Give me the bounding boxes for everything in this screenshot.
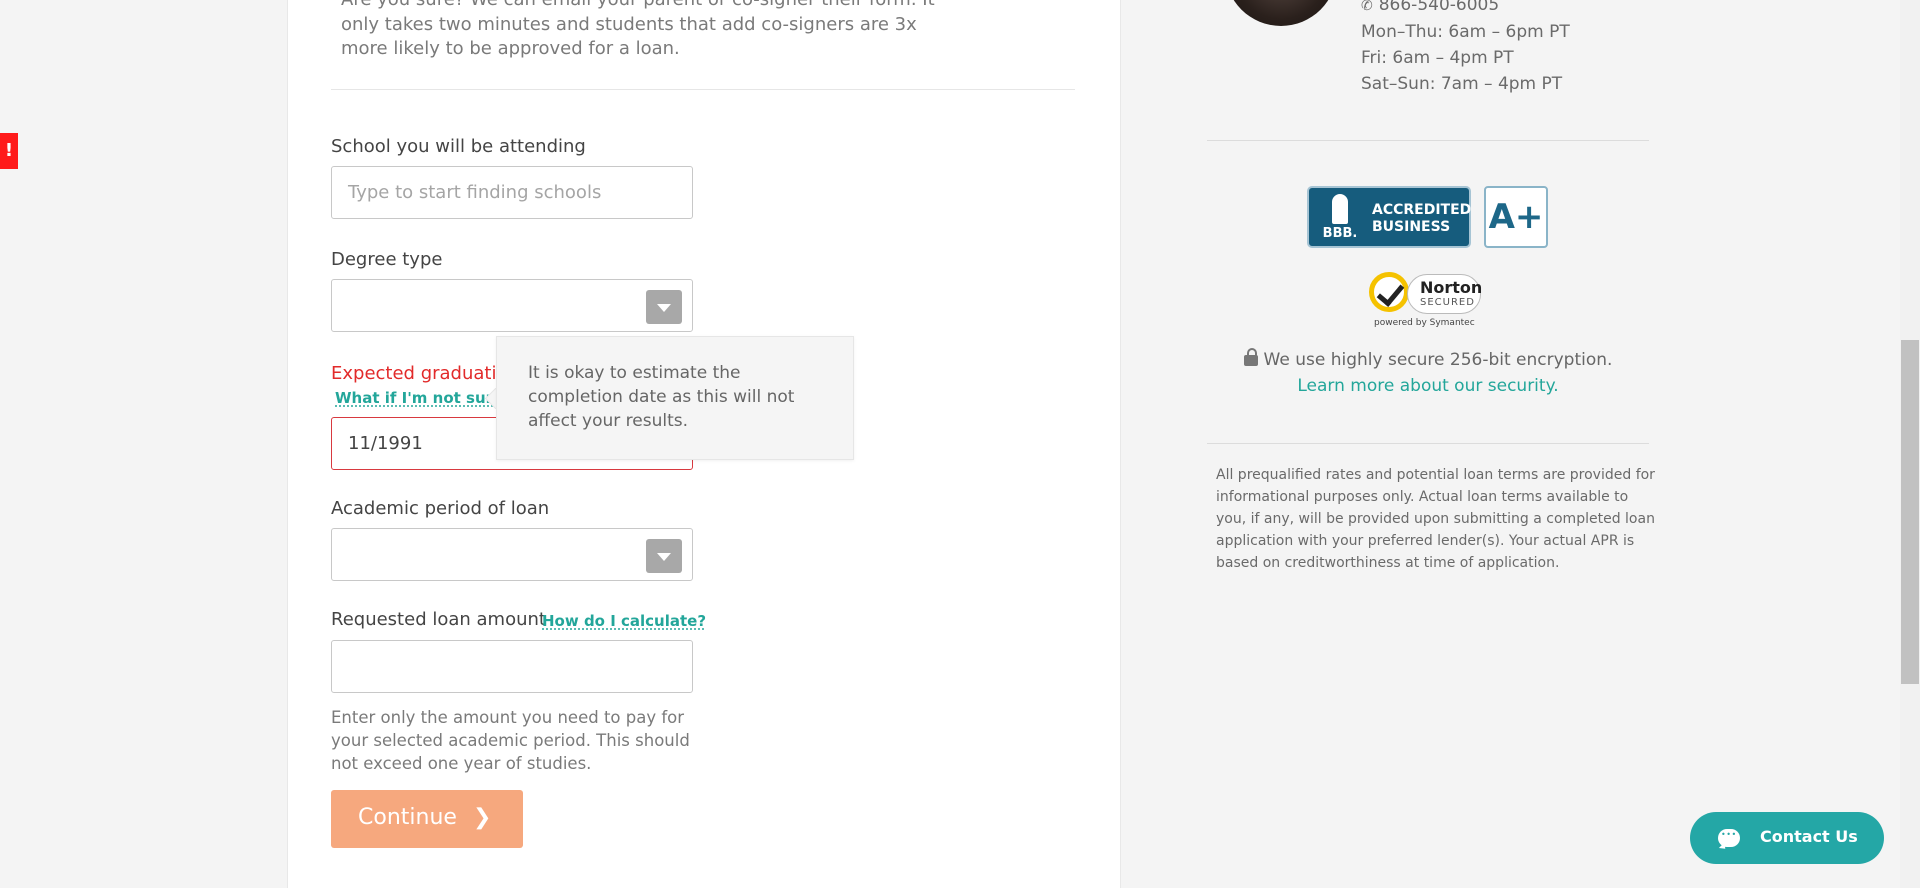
phone-number[interactable]: 866-540-6005	[1379, 0, 1499, 15]
security-statement: We use highly secure 256-bit encryption.	[1207, 348, 1649, 370]
phone-icon: ✆	[1361, 0, 1373, 14]
chat-icon	[1718, 829, 1740, 847]
contact-info: ✆ 866-540-6005 Mon–Thu: 6am – 6pm PT Fri:…	[1361, 0, 1570, 97]
security-text: We use highly secure 256-bit encryption.	[1263, 350, 1613, 370]
advisor-avatar	[1225, 0, 1337, 26]
period-label: Academic period of loan	[331, 498, 550, 519]
bbb-logo-text: BBB.	[1322, 226, 1358, 241]
hours-line: Fri: 6am – 4pm PT	[1361, 48, 1514, 68]
amount-help-link[interactable]: How do I calculate?	[542, 612, 706, 630]
continue-button[interactable]: Continue ❯	[331, 790, 523, 848]
tooltip-text: It is okay to estimate the completion da…	[528, 363, 795, 431]
norton-secured-badge[interactable]: Norton SECURED powered by Symantec	[1369, 266, 1489, 332]
bbb-accredited-badge[interactable]: BBB. ACCREDITED BUSINESS	[1307, 186, 1471, 248]
hours-line: Mon–Thu: 6am – 6pm PT	[1361, 22, 1570, 42]
chevron-down-icon[interactable]	[646, 290, 682, 324]
graduation-tooltip: It is okay to estimate the completion da…	[496, 336, 854, 460]
norton-title: Norton	[1420, 278, 1483, 297]
school-input-placeholder: Type to start finding schools	[348, 182, 602, 203]
sidebar-divider	[1207, 443, 1649, 444]
chevron-down-icon[interactable]	[646, 539, 682, 573]
hours-line: Sat–Sun: 7am – 4pm PT	[1361, 74, 1563, 94]
cosigner-message: Are you sure? We can email your parent o…	[341, 0, 935, 59]
bbb-line1: ACCREDITED	[1372, 202, 1472, 218]
bbb-rating-badge[interactable]: A+	[1484, 186, 1548, 248]
degree-label: Degree type	[331, 249, 443, 270]
sidebar-divider	[1207, 140, 1649, 141]
bbb-line2: BUSINESS	[1372, 219, 1451, 235]
contact-us-label: Contact Us	[1760, 827, 1858, 846]
school-input[interactable]: Type to start finding schools	[331, 166, 693, 219]
section-divider	[331, 89, 1075, 90]
period-select[interactable]	[331, 528, 693, 581]
bbb-label: ACCREDITED BUSINESS	[1372, 202, 1471, 236]
degree-select[interactable]	[331, 279, 693, 332]
security-link[interactable]: Learn more about our security.	[1207, 376, 1649, 396]
continue-label: Continue	[358, 805, 457, 830]
contact-us-button[interactable]: Contact Us	[1690, 812, 1884, 864]
norton-powered-by: powered by Symantec	[1374, 318, 1475, 328]
amount-label: Requested loan amount	[331, 609, 546, 630]
graduation-input-value: 11/1991	[348, 433, 423, 454]
norton-seal: Norton SECURED	[1407, 274, 1483, 314]
norton-check-icon	[1369, 272, 1409, 312]
school-label: School you will be attending	[331, 136, 586, 157]
torch-shape	[1332, 194, 1348, 224]
lock-icon	[1243, 348, 1258, 366]
norton-subtitle: SECURED	[1420, 297, 1475, 308]
phone-line: ✆ 866-540-6005	[1361, 0, 1570, 19]
disclaimer-text: All prequalified rates and potential loa…	[1216, 467, 1655, 571]
graduation-label: Expected graduation	[331, 363, 519, 384]
amount-input[interactable]	[331, 640, 693, 693]
chevron-right-icon: ❯	[473, 805, 492, 830]
error-indicator[interactable]: !	[0, 133, 18, 169]
amount-help-text: Enter only the amount you need to pay fo…	[331, 708, 690, 773]
scrollbar-thumb[interactable]	[1901, 340, 1919, 684]
bbb-torch-icon: BBB.	[1319, 194, 1359, 242]
